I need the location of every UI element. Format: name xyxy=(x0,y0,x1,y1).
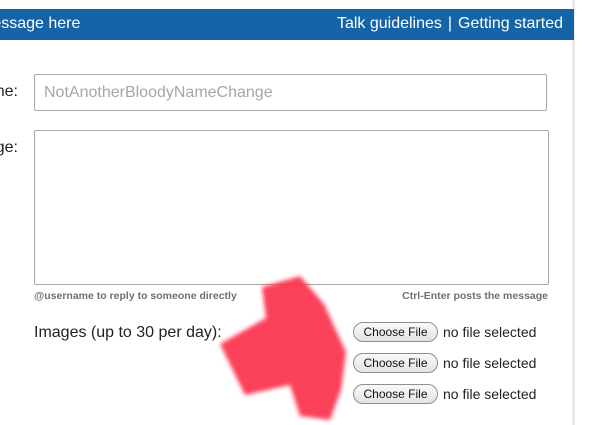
file-status-text: no file selected xyxy=(443,355,537,371)
file-status-text: no file selected xyxy=(443,324,537,340)
reply-hint: @username to reply to someone directly xyxy=(34,290,237,302)
talk-guidelines-link[interactable]: Talk guidelines xyxy=(337,15,442,32)
file-status-text: no file selected xyxy=(443,386,537,402)
file-input-row: Choose File no file selected xyxy=(353,322,536,342)
post-shortcut-hint: Ctrl-Enter posts the message xyxy=(402,290,548,302)
header-links: Talk guidelines | Getting started xyxy=(337,15,563,33)
name-field[interactable] xyxy=(34,74,547,111)
header-link-separator: | xyxy=(447,15,453,32)
page-edge-divider xyxy=(572,0,575,425)
message-field-label: Message: xyxy=(0,139,18,156)
name-field-label: Name: xyxy=(0,83,18,100)
choose-file-button[interactable]: Choose File xyxy=(353,353,438,373)
getting-started-link[interactable]: Getting started xyxy=(458,15,563,32)
images-limit-label: Images (up to 30 per day): xyxy=(34,324,222,341)
form-header-bar: Message here Talk guidelines | Getting sta… xyxy=(0,9,574,40)
form-header-title: Message here xyxy=(0,15,81,32)
reply-form-page: Message here Talk guidelines | Getting sta… xyxy=(0,0,600,425)
file-input-row: Choose File no file selected xyxy=(353,353,536,373)
file-input-row: Choose File no file selected xyxy=(353,384,536,404)
annotation-arrow-shape xyxy=(220,276,346,420)
choose-file-button[interactable]: Choose File xyxy=(353,322,438,342)
message-textarea[interactable] xyxy=(34,130,549,285)
choose-file-button[interactable]: Choose File xyxy=(353,384,438,404)
